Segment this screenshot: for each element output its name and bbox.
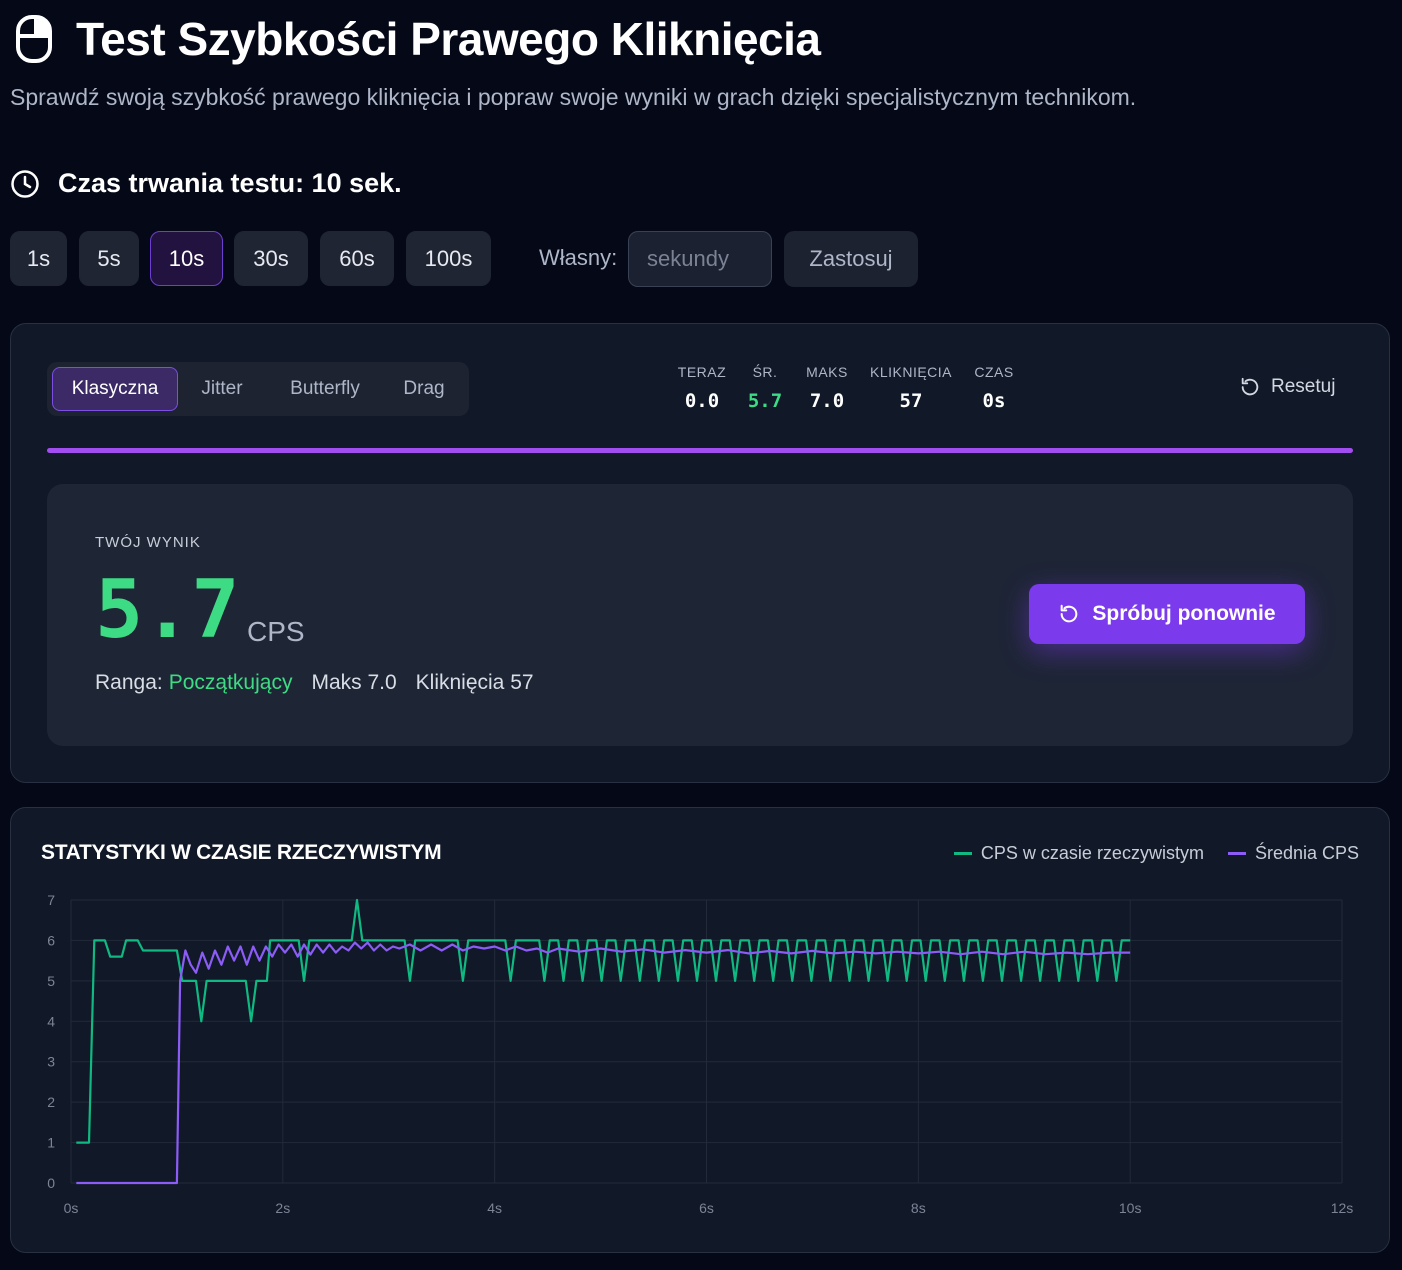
x-tick-label: 2s xyxy=(275,1200,290,1216)
preset-10s-button[interactable]: 10s xyxy=(150,231,223,286)
tab-drag[interactable]: Drag xyxy=(387,367,461,411)
stat-time: CZAS 0s xyxy=(969,364,1019,412)
y-tick-label: 3 xyxy=(47,1054,55,1070)
legend-label-average: Średnia CPS xyxy=(1254,843,1359,863)
chart-legend: CPS w czasie rzeczywistym Średnia CPS xyxy=(930,843,1359,864)
retry-label: Spróbuj ponownie xyxy=(1092,602,1276,625)
rank-value: Początkujący xyxy=(168,671,293,694)
stat-now-value: 0.0 xyxy=(684,390,720,412)
result-clicks: Kliknięcia 57 xyxy=(415,671,534,694)
stat-average-label: ŚR. xyxy=(752,364,778,380)
progress-bar xyxy=(47,448,1353,453)
stat-clicks-label: KLIKNIĘCIA xyxy=(869,364,953,380)
test-card: Klasyczna Jitter Butterfly Drag TERAZ 0.… xyxy=(10,323,1390,783)
progress-fill xyxy=(47,448,1353,453)
stat-clicks-value: 57 xyxy=(899,390,923,412)
tab-klasyczna[interactable]: Klasyczna xyxy=(52,367,178,411)
legend-label-realtime: CPS w czasie rzeczywistym xyxy=(980,843,1204,863)
stat-average-value: 5.7 xyxy=(747,390,783,412)
tab-jitter[interactable]: Jitter xyxy=(181,367,263,411)
stat-max-label: MAKS xyxy=(806,364,848,380)
x-tick-label: 12s xyxy=(1331,1200,1354,1216)
rank-label: Ranga: xyxy=(95,671,163,694)
preset-5s-button[interactable]: 5s xyxy=(79,231,139,286)
stat-now: TERAZ 0.0 xyxy=(673,364,731,412)
x-tick-label: 0s xyxy=(64,1200,79,1216)
page-header: Test Szybkości Prawego Kliknięcia xyxy=(14,12,821,66)
stat-time-value: 0s xyxy=(982,390,1006,412)
clock-icon xyxy=(11,169,39,198)
result-meta: Ranga: Początkujący Maks 7.0 Kliknięcia … xyxy=(95,671,534,695)
mouse-icon xyxy=(16,15,52,63)
result-label: TWÓJ WYNIK xyxy=(95,534,201,551)
y-tick-label: 2 xyxy=(47,1094,55,1110)
stat-now-label: TERAZ xyxy=(677,364,727,380)
legend-swatch-realtime xyxy=(953,852,972,855)
result-value: 5.7 xyxy=(95,563,240,656)
result-panel: TWÓJ WYNIK 5.7 CPS Ranga: Początkujący M… xyxy=(47,484,1353,746)
page-title: Test Szybkości Prawego Kliknięcia xyxy=(76,13,821,65)
series-line-average xyxy=(76,941,1131,1185)
legend-item-average: Średnia CPS xyxy=(1227,843,1359,864)
mode-tabs: Klasyczna Jitter Butterfly Drag xyxy=(47,362,469,416)
legend-item-realtime: CPS w czasie rzeczywistym xyxy=(953,843,1204,864)
preset-100s-button[interactable]: 100s xyxy=(406,231,491,286)
tab-butterfly[interactable]: Butterfly xyxy=(271,367,379,411)
result-max: Maks 7.0 xyxy=(311,671,397,694)
result-unit: CPS xyxy=(247,616,305,647)
y-tick-label: 0 xyxy=(47,1175,55,1191)
stat-time-label: CZAS xyxy=(974,364,1014,380)
reset-button[interactable]: Resetuj xyxy=(1239,376,1335,398)
stats-card: 0 1 2 3 4 5 6 7 0s 2s 4s 6s 8s 10s 12s STATYSTYKI W CZ… xyxy=(10,807,1390,1253)
legend-swatch-average xyxy=(1227,852,1246,855)
preset-1s-button[interactable]: 1s xyxy=(10,231,67,286)
reset-icon xyxy=(1241,377,1259,396)
x-tick-label: 10s xyxy=(1119,1200,1142,1216)
retry-icon xyxy=(1061,604,1078,623)
chart-title: STATYSTYKI W CZASIE RZECZYWISTYM xyxy=(41,841,442,864)
custom-duration-input[interactable] xyxy=(628,231,772,287)
stat-max-value: 7.0 xyxy=(809,390,845,412)
duration-title: Czas trwania testu: 10 sek. xyxy=(58,168,402,198)
custom-duration-label: Własny: xyxy=(539,245,618,270)
duration-presets: 1s 5s 10s 30s 60s 100s Własny: Zastosuj xyxy=(10,231,930,287)
preset-30s-button[interactable]: 30s xyxy=(234,231,308,286)
page-subtitle: Sprawdź swoją szybkość prawego kliknięci… xyxy=(10,84,1137,110)
y-tick-label: 7 xyxy=(47,892,55,908)
stat-average: ŚR. 5.7 xyxy=(743,364,787,412)
preset-60s-button[interactable]: 60s xyxy=(320,231,394,286)
retry-button[interactable]: Spróbuj ponownie xyxy=(1029,584,1305,644)
stat-clicks: KLIKNIĘCIA 57 xyxy=(867,364,955,412)
x-tick-label: 4s xyxy=(487,1200,502,1216)
y-tick-label: 4 xyxy=(47,1013,55,1029)
y-tick-label: 1 xyxy=(47,1135,55,1151)
x-tick-label: 6s xyxy=(699,1200,714,1216)
apply-button[interactable]: Zastosuj xyxy=(784,231,918,287)
realtime-chart: 0 1 2 3 4 5 6 7 0s 2s 4s 6s 8s 10s 12s xyxy=(47,892,1354,1216)
x-tick-label: 8s xyxy=(911,1200,926,1216)
reset-label: Resetuj xyxy=(1271,376,1336,397)
y-tick-label: 6 xyxy=(47,932,55,948)
duration-heading: Czas trwania testu: 10 sek. xyxy=(10,168,402,199)
stat-max: MAKS 7.0 xyxy=(799,364,855,412)
y-tick-label: 5 xyxy=(47,973,55,989)
